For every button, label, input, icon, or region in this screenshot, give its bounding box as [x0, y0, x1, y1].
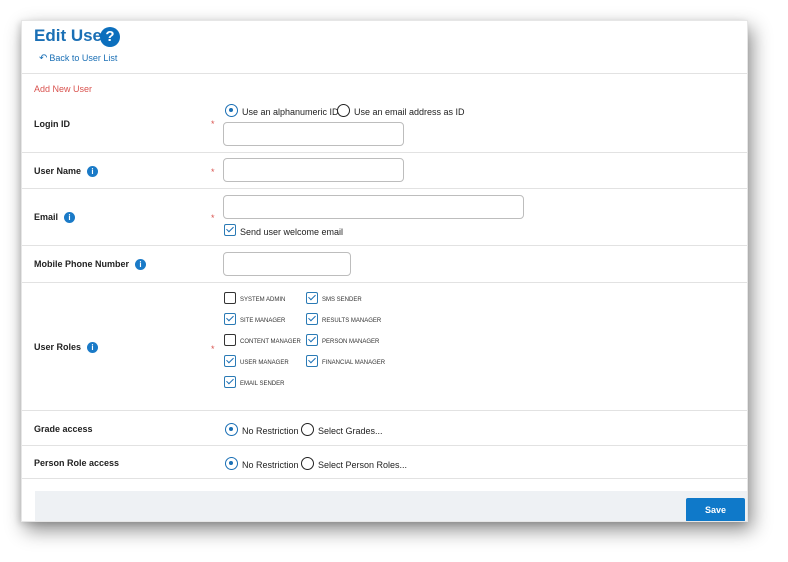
required-mark: *: [211, 167, 215, 177]
radio-select-person-roles[interactable]: [301, 457, 314, 470]
role-label: CONTENT MANAGER: [240, 339, 301, 345]
edit-user-card: Edit User ? ↶ Back to User List Add New U…: [21, 20, 748, 522]
user-name-input[interactable]: [223, 158, 404, 182]
required-mark: *: [211, 344, 215, 354]
back-arrow-icon: ↶: [39, 53, 48, 64]
divider: [22, 282, 747, 283]
option-grade-no-restriction: No Restriction: [242, 426, 299, 436]
question-circle-icon[interactable]: ?: [100, 27, 120, 47]
required-mark: *: [211, 213, 215, 223]
role-checkbox-email-sender[interactable]: [224, 376, 236, 388]
option-alphanumeric-id: Use an alphanumeric ID: [242, 107, 339, 117]
info-icon[interactable]: i: [87, 342, 99, 354]
radio-email-id[interactable]: [337, 104, 350, 117]
email-label: Email i: [34, 212, 76, 224]
role-checkbox-system-admin[interactable]: [224, 292, 236, 304]
radio-grade-no-restriction[interactable]: [225, 423, 238, 436]
welcome-email-label: Send user welcome email: [240, 227, 344, 237]
required-mark: *: [211, 119, 215, 129]
divider: [22, 245, 747, 246]
radio-alphanumeric-id[interactable]: [225, 104, 238, 117]
mobile-label-text: Mobile Phone Number: [34, 259, 130, 269]
user-name-label: User Name i: [34, 166, 99, 178]
role-label: EMAIL SENDER: [240, 381, 285, 387]
role-checkbox-user-manager[interactable]: [224, 355, 236, 367]
role-checkbox-financial-manager[interactable]: [306, 355, 318, 367]
divider: [22, 478, 747, 479]
info-icon[interactable]: i: [135, 259, 147, 271]
divider: [22, 410, 747, 411]
option-select-person-roles: Select Person Roles...: [318, 460, 408, 470]
info-icon[interactable]: i: [64, 212, 76, 224]
role-label: FINANCIAL MANAGER: [322, 360, 386, 366]
back-link-label: Back to User List: [49, 53, 118, 63]
option-email-id: Use an email address as ID: [354, 107, 465, 117]
form-footer: [35, 491, 747, 521]
user-name-label-text: User Name: [34, 166, 82, 176]
role-label: USER MANAGER: [240, 360, 289, 366]
grade-access-label: Grade access: [34, 424, 93, 434]
role-checkbox-results-manager[interactable]: [306, 313, 318, 325]
login-id-label: Login ID: [34, 119, 70, 129]
role-label: SITE MANAGER: [240, 318, 286, 324]
divider: [22, 152, 747, 153]
divider: [22, 445, 747, 446]
email-input[interactable]: [223, 195, 524, 219]
user-roles-label-text: User Roles: [34, 342, 82, 352]
role-label: RESULTS MANAGER: [322, 318, 382, 324]
role-label: PERSON MANAGER: [322, 339, 380, 345]
role-checkbox-sms-sender[interactable]: [306, 292, 318, 304]
radio-select-grades[interactable]: [301, 423, 314, 436]
radio-person-role-no-restriction[interactable]: [225, 457, 238, 470]
option-select-grades: Select Grades...: [318, 426, 383, 436]
role-label: SMS SENDER: [322, 297, 362, 303]
mobile-input[interactable]: [223, 252, 351, 276]
section-title: Add New User: [34, 84, 93, 94]
email-label-text: Email: [34, 212, 59, 222]
welcome-email-checkbox[interactable]: [224, 224, 236, 236]
user-roles-label: User Roles i: [34, 342, 99, 354]
role-checkbox-person-manager[interactable]: [306, 334, 318, 346]
divider: [22, 188, 747, 189]
login-id-input[interactable]: [223, 122, 404, 146]
option-person-role-no-restriction: No Restriction: [242, 460, 299, 470]
role-checkbox-site-manager[interactable]: [224, 313, 236, 325]
mobile-label: Mobile Phone Number i: [34, 259, 147, 271]
person-role-access-label: Person Role access: [34, 458, 120, 468]
info-icon[interactable]: i: [87, 166, 99, 178]
divider: [22, 73, 747, 74]
role-label: SYSTEM ADMIN: [240, 297, 286, 303]
page-title: Edit User: [34, 26, 109, 45]
role-checkbox-content-manager[interactable]: [224, 334, 236, 346]
save-button[interactable]: Save: [686, 498, 745, 521]
back-to-user-list-link[interactable]: ↶ Back to User List: [39, 53, 117, 64]
